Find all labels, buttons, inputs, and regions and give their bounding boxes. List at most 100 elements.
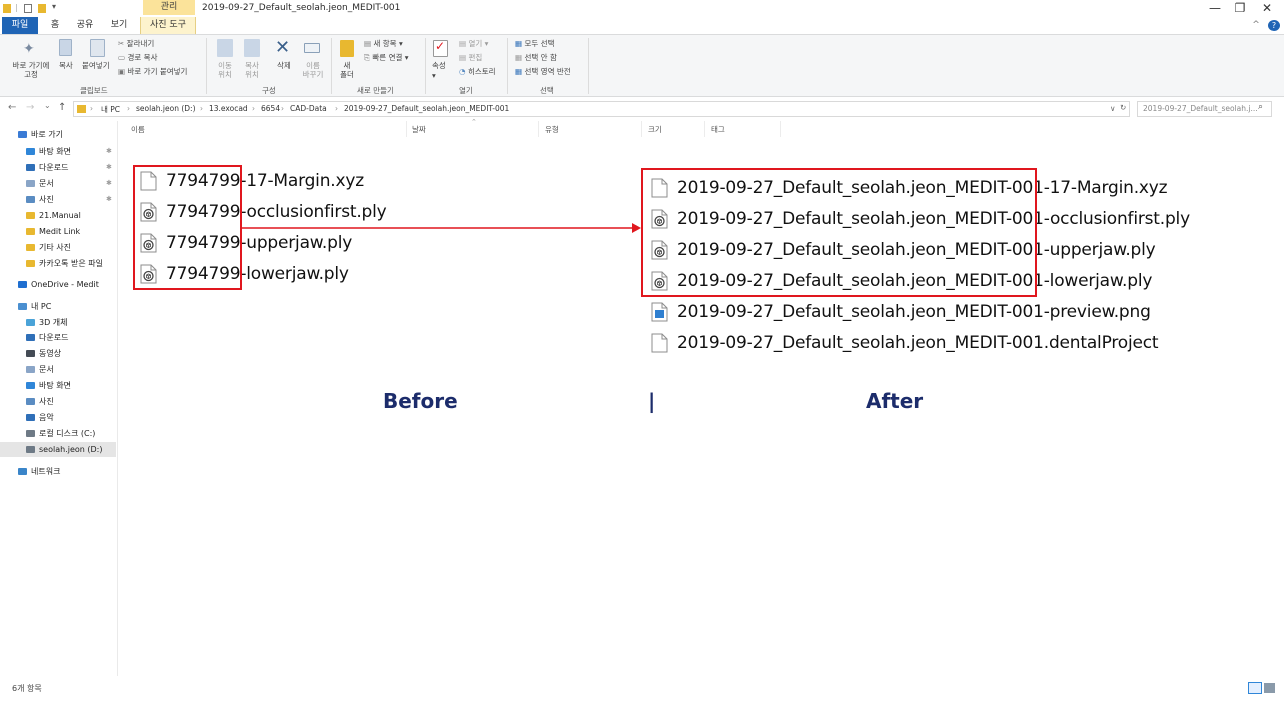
breadcrumb-drive[interactable]: seolah.jeon (D:): [136, 104, 196, 113]
nav-item[interactable]: 카카오톡 받은 파일: [0, 256, 116, 271]
new-folder-icon[interactable]: [38, 4, 46, 13]
tab-picture-tools[interactable]: 사진 도구: [140, 17, 196, 34]
column-header-date[interactable]: 날짜: [412, 124, 426, 135]
column-separator[interactable]: [538, 121, 539, 137]
edit-button[interactable]: ▤ 편집: [459, 53, 482, 62]
column-header-tags[interactable]: 태그: [711, 124, 725, 135]
pin-icon: ✦: [23, 41, 35, 57]
file-name-prefix: 2019-09-27_Default_seolah.jeon_MEDIT-001: [677, 302, 1044, 322]
column-header-type[interactable]: 유형: [545, 124, 559, 135]
pin-icon[interactable]: ✱: [106, 144, 112, 159]
nav-item[interactable]: seolah.jeon (D:): [0, 442, 116, 457]
refresh-icon[interactable]: ↻: [1120, 103, 1126, 112]
qa-customize-icon[interactable]: ▾: [52, 2, 56, 11]
select-all-button[interactable]: ▦ 모두 선택: [515, 39, 554, 48]
paste-icon: [90, 39, 105, 57]
tab-file[interactable]: 파일: [2, 17, 38, 34]
picture-icon: [26, 398, 35, 405]
tab-home[interactable]: 홈: [44, 17, 66, 34]
ribbon-collapse-icon[interactable]: ^: [1250, 17, 1262, 34]
column-separator[interactable]: [704, 121, 705, 137]
pin-to-quick-access-button[interactable]: 바로 가기에 고정: [8, 61, 54, 79]
breadcrumb-cad-data[interactable]: CAD-Data: [290, 104, 327, 113]
properties-button[interactable]: 속성: [432, 61, 446, 70]
breadcrumb-my-pc[interactable]: 내 PC: [101, 104, 120, 115]
pin-icon[interactable]: ✱: [106, 176, 112, 191]
cut-button[interactable]: ✂ 잘라내기: [118, 39, 154, 48]
column-separator[interactable]: [641, 121, 642, 137]
nav-item[interactable]: Medit Link: [0, 224, 116, 239]
pin-icon[interactable]: ✱: [106, 160, 112, 175]
column-header-size[interactable]: 크기: [648, 124, 662, 135]
nav-item[interactable]: 바로 가기: [0, 127, 116, 142]
nav-item[interactable]: 내 PC: [0, 299, 116, 314]
select-none-button[interactable]: ▦ 선택 안 함: [515, 53, 557, 62]
nav-item[interactable]: 문서: [0, 362, 116, 377]
recent-locations-button[interactable]: ⌄: [44, 101, 51, 110]
nav-item[interactable]: 다운로드: [0, 330, 116, 345]
nav-item-label: 내 PC: [31, 302, 52, 311]
folder-icon: [26, 244, 35, 251]
easy-access-button[interactable]: ⎘ 빠른 연결 ▾: [364, 53, 409, 62]
back-button[interactable]: ←: [8, 102, 16, 113]
nav-item[interactable]: 동영상: [0, 346, 116, 361]
cube-icon: [26, 319, 35, 326]
file-name-suffix: -occlusionfirst.ply: [240, 202, 387, 222]
breadcrumb-6654[interactable]: 6654: [261, 104, 280, 113]
forward-button[interactable]: →: [26, 102, 34, 113]
details-view-icon[interactable]: [1248, 682, 1262, 694]
pin-icon[interactable]: ✱: [106, 192, 112, 207]
search-box[interactable]: 2019-09-27_Default_seolah.j... ⌕: [1137, 101, 1272, 117]
title-bar: | ▾ 관리 2019-09-27_Default_seolah.jeon_ME…: [0, 0, 1284, 17]
tab-share[interactable]: 공유: [72, 17, 98, 34]
nav-item[interactable]: 사진 ✱: [0, 192, 116, 207]
qa-separator: |: [15, 3, 18, 12]
column-separator[interactable]: [406, 121, 407, 137]
nav-item-label: 다운로드: [39, 163, 69, 172]
copy-path-button[interactable]: ▭ 경로 복사: [118, 53, 157, 62]
history-button[interactable]: ◔ 히스토리: [459, 67, 496, 76]
column-separator[interactable]: [780, 121, 781, 137]
close-button[interactable]: ✕: [1251, 0, 1283, 17]
nav-item[interactable]: 바탕 화면 ✱: [0, 144, 116, 159]
nav-item[interactable]: 다운로드 ✱: [0, 160, 116, 175]
paste-shortcut-button[interactable]: ▣ 바로 가기 붙여넣기: [118, 67, 187, 76]
move-to-button[interactable]: 이동 위치: [214, 61, 236, 79]
item-count: 6개 항목: [12, 684, 42, 693]
tab-view[interactable]: 보기: [106, 17, 132, 34]
nav-item[interactable]: 21.Manual: [0, 208, 116, 223]
rename-button[interactable]: 이름 바꾸기: [300, 61, 326, 79]
nav-item[interactable]: 로컬 디스크 (C:): [0, 426, 116, 441]
star-icon: [18, 131, 27, 138]
file-name-suffix: -lowerjaw.ply: [240, 264, 349, 284]
paste-button[interactable]: 붙여넣기: [82, 61, 110, 70]
up-button[interactable]: ↑: [58, 102, 66, 113]
open-button[interactable]: ▤ 열기 ▾: [459, 39, 488, 48]
column-header-name[interactable]: 이름: [131, 124, 145, 135]
nav-item[interactable]: OneDrive - Medit: [0, 277, 116, 292]
properties-check-icon[interactable]: [24, 4, 32, 13]
invert-selection-button[interactable]: ▦ 선택 영역 반전: [515, 67, 571, 76]
copy-button[interactable]: 복사: [59, 61, 73, 70]
breadcrumb-exocad[interactable]: 13.exocad: [209, 104, 248, 113]
nav-item-label: seolah.jeon (D:): [39, 445, 103, 454]
nav-item[interactable]: 음악: [0, 410, 116, 425]
nav-item[interactable]: 사진: [0, 394, 116, 409]
nav-item[interactable]: 문서 ✱: [0, 176, 116, 191]
nav-item[interactable]: 기타 사진: [0, 240, 116, 255]
address-dropdown-icon[interactable]: ∨: [1110, 104, 1116, 113]
file-name-suffix: -17-Margin.xyz: [1043, 178, 1168, 198]
caption-divider: |: [648, 389, 656, 413]
new-item-button[interactable]: ▤ 새 항목 ▾: [364, 39, 403, 48]
large-icons-view-icon[interactable]: [1264, 683, 1275, 693]
nav-item[interactable]: 3D 개체: [0, 315, 116, 330]
new-folder-button[interactable]: 새 폴더: [340, 61, 354, 79]
breadcrumb-current-folder[interactable]: 2019-09-27_Default_seolah.jeon_MEDIT-001: [344, 104, 509, 113]
address-bar[interactable]: › 내 PC › seolah.jeon (D:) › 13.exocad › …: [73, 101, 1130, 117]
delete-button[interactable]: 삭제: [277, 61, 291, 70]
nav-item[interactable]: 네트워크: [0, 464, 116, 479]
copy-to-button[interactable]: 복사 위치: [241, 61, 263, 79]
properties-dropdown-icon[interactable]: ▾: [432, 71, 436, 80]
help-icon[interactable]: ?: [1268, 20, 1280, 31]
nav-item[interactable]: 바탕 화면: [0, 378, 116, 393]
